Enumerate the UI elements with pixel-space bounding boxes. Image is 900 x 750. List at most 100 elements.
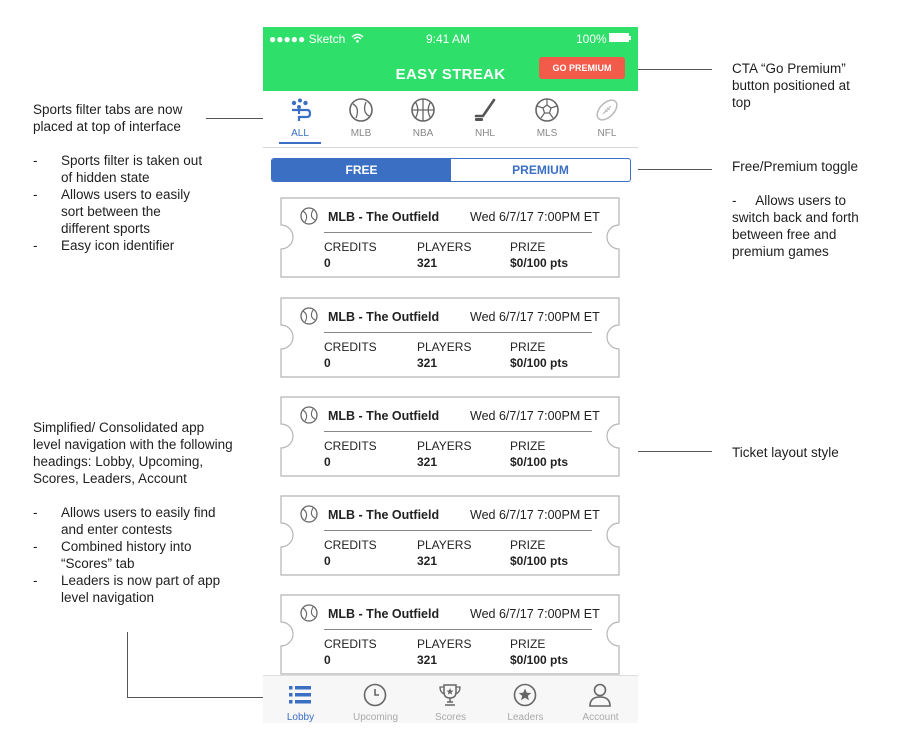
app-header: ●●●●● Sketch 9:41 AM 100% EASY STREAK GO… [263, 27, 638, 91]
phone-screen: ●●●●● Sketch 9:41 AM 100% EASY STREAK GO… [263, 27, 638, 723]
annotation-connector [626, 69, 712, 70]
annotation-connector [127, 632, 128, 698]
toggle-premium[interactable]: PREMIUM [451, 159, 630, 181]
annotation-bullet: Combined history into “Scores” tab [33, 538, 233, 572]
active-tab-indicator [279, 142, 321, 144]
players-value: 321 [417, 256, 438, 270]
players-label: PLAYERS [417, 439, 472, 453]
contest-date: Wed 6/7/17 7:00PM ET [470, 310, 600, 324]
annotation-bullet: Sports filter is taken out of hidden sta… [33, 152, 213, 186]
tab-label: MLB [350, 128, 372, 139]
nav-label: Upcoming [352, 712, 399, 723]
credits-value: 0 [324, 653, 331, 667]
contest-ticket[interactable]: MLB - The Outfield Wed 6/7/17 7:00PM ET … [280, 297, 620, 378]
tab-all[interactable]: ALL [269, 91, 331, 147]
players-label: PLAYERS [417, 240, 472, 254]
annotation-toggle-title: Free/Premium toggle [732, 159, 859, 174]
ticket-divider [324, 332, 592, 333]
credits-label: CREDITS [324, 637, 377, 651]
free-premium-toggle: FREE PREMIUM [271, 158, 631, 182]
prize-label: PRIZE [510, 538, 546, 552]
all-sports-icon [291, 98, 312, 121]
annotation-navigation-title: Simplified/ Consolidated app level navig… [33, 420, 233, 486]
contest-name: MLB - The Outfield [328, 409, 440, 423]
contest-name: MLB - The Outfield [328, 607, 440, 621]
annotation-bullet: Leaders is now part of app level navigat… [33, 572, 233, 606]
tab-nfl[interactable]: NFL [576, 91, 638, 147]
baseball-icon [300, 406, 318, 424]
contest-ticket[interactable]: MLB - The Outfield Wed 6/7/17 7:00PM ET … [280, 396, 620, 477]
players-label: PLAYERS [417, 538, 472, 552]
players-label: PLAYERS [417, 637, 472, 651]
nav-leaders[interactable]: Leaders [488, 676, 563, 723]
tab-label: NHL [474, 128, 495, 139]
contest-date: Wed 6/7/17 7:00PM ET [470, 508, 600, 522]
clock-icon [363, 683, 387, 707]
soccer-icon [535, 98, 559, 122]
annotation-toggle: Free/Premium toggle - Allows users to sw… [732, 158, 868, 260]
nav-lobby[interactable]: Lobby [263, 676, 338, 723]
annotation-ticket-title: Ticket layout style [732, 445, 839, 460]
annotation-cta-title: CTA “Go Premium” button positioned at to… [732, 61, 850, 110]
toggle-free[interactable]: FREE [272, 159, 451, 181]
baseball-icon [300, 207, 318, 225]
tab-label: MLS [536, 128, 558, 139]
baseball-icon [300, 604, 318, 622]
battery-percent: 100% [576, 32, 607, 46]
prize-label: PRIZE [510, 340, 546, 354]
tab-mls[interactable]: MLS [516, 91, 578, 147]
contest-ticket[interactable]: MLB - The Outfield Wed 6/7/17 7:00PM ET … [280, 197, 620, 278]
contest-name: MLB - The Outfield [328, 210, 440, 224]
credits-value: 0 [324, 256, 331, 270]
players-value: 321 [417, 653, 438, 667]
players-label: PLAYERS [417, 340, 472, 354]
annotation-ticket: Ticket layout style [732, 444, 872, 478]
credits-value: 0 [324, 554, 331, 568]
players-value: 321 [417, 356, 438, 370]
hockey-icon [474, 98, 496, 121]
credits-label: CREDITS [324, 538, 377, 552]
credits-label: CREDITS [324, 240, 377, 254]
contest-ticket[interactable]: MLB - The Outfield Wed 6/7/17 7:00PM ET … [280, 594, 620, 675]
players-value: 321 [417, 554, 438, 568]
prize-value: $0/100 pts [510, 653, 569, 667]
tab-nba[interactable]: NBA [392, 91, 454, 147]
ticket-divider [324, 431, 592, 432]
tab-label: NFL [597, 128, 617, 139]
prize-label: PRIZE [510, 240, 546, 254]
tab-label: ALL [291, 128, 309, 139]
nav-upcoming[interactable]: Upcoming [338, 676, 413, 723]
prize-label: PRIZE [510, 637, 546, 651]
baseball-icon [300, 505, 318, 523]
trophy-icon [439, 684, 461, 706]
credits-label: CREDITS [324, 439, 377, 453]
nav-label: Lobby [286, 712, 315, 723]
status-time: 9:41 AM [426, 32, 471, 46]
contest-date: Wed 6/7/17 7:00PM ET [470, 210, 600, 224]
annotation-sports-filter-title: Sports filter tabs are now placed at top… [33, 102, 183, 134]
ticket-divider [324, 530, 592, 531]
go-premium-button[interactable]: GO PREMIUM [539, 57, 625, 79]
tab-mlb[interactable]: MLB [330, 91, 392, 147]
contest-ticket[interactable]: MLB - The Outfield Wed 6/7/17 7:00PM ET … [280, 495, 620, 576]
basketball-icon [411, 98, 435, 122]
annotation-bullet: Allows users to easily sort between the … [33, 186, 213, 237]
nav-scores[interactable]: Scores [413, 676, 488, 723]
sport-filter-tabs: ALL MLB NBA NHL MLS NFL [263, 91, 638, 148]
prize-value: $0/100 pts [510, 455, 569, 469]
ticket-divider [324, 232, 592, 233]
list-icon [289, 686, 311, 704]
nav-label: Leaders [507, 712, 544, 723]
annotation-connector [626, 451, 712, 452]
annotation-connector [632, 169, 712, 170]
annotation-bullet: Allows users to easily find and enter co… [33, 504, 233, 538]
tab-nhl[interactable]: NHL [454, 91, 516, 147]
annotation-bullet: Easy icon identifier [33, 237, 213, 254]
prize-value: $0/100 pts [510, 356, 569, 370]
wifi-icon [351, 33, 364, 43]
nav-account[interactable]: Account [563, 676, 638, 723]
bottom-navigation: Lobby Upcoming Scores Leaders Account [263, 675, 638, 723]
star-badge-icon [513, 683, 537, 707]
annotation-toggle-bullet-wrap: - Allows users to switch back and forth … [732, 192, 868, 260]
players-value: 321 [417, 455, 438, 469]
